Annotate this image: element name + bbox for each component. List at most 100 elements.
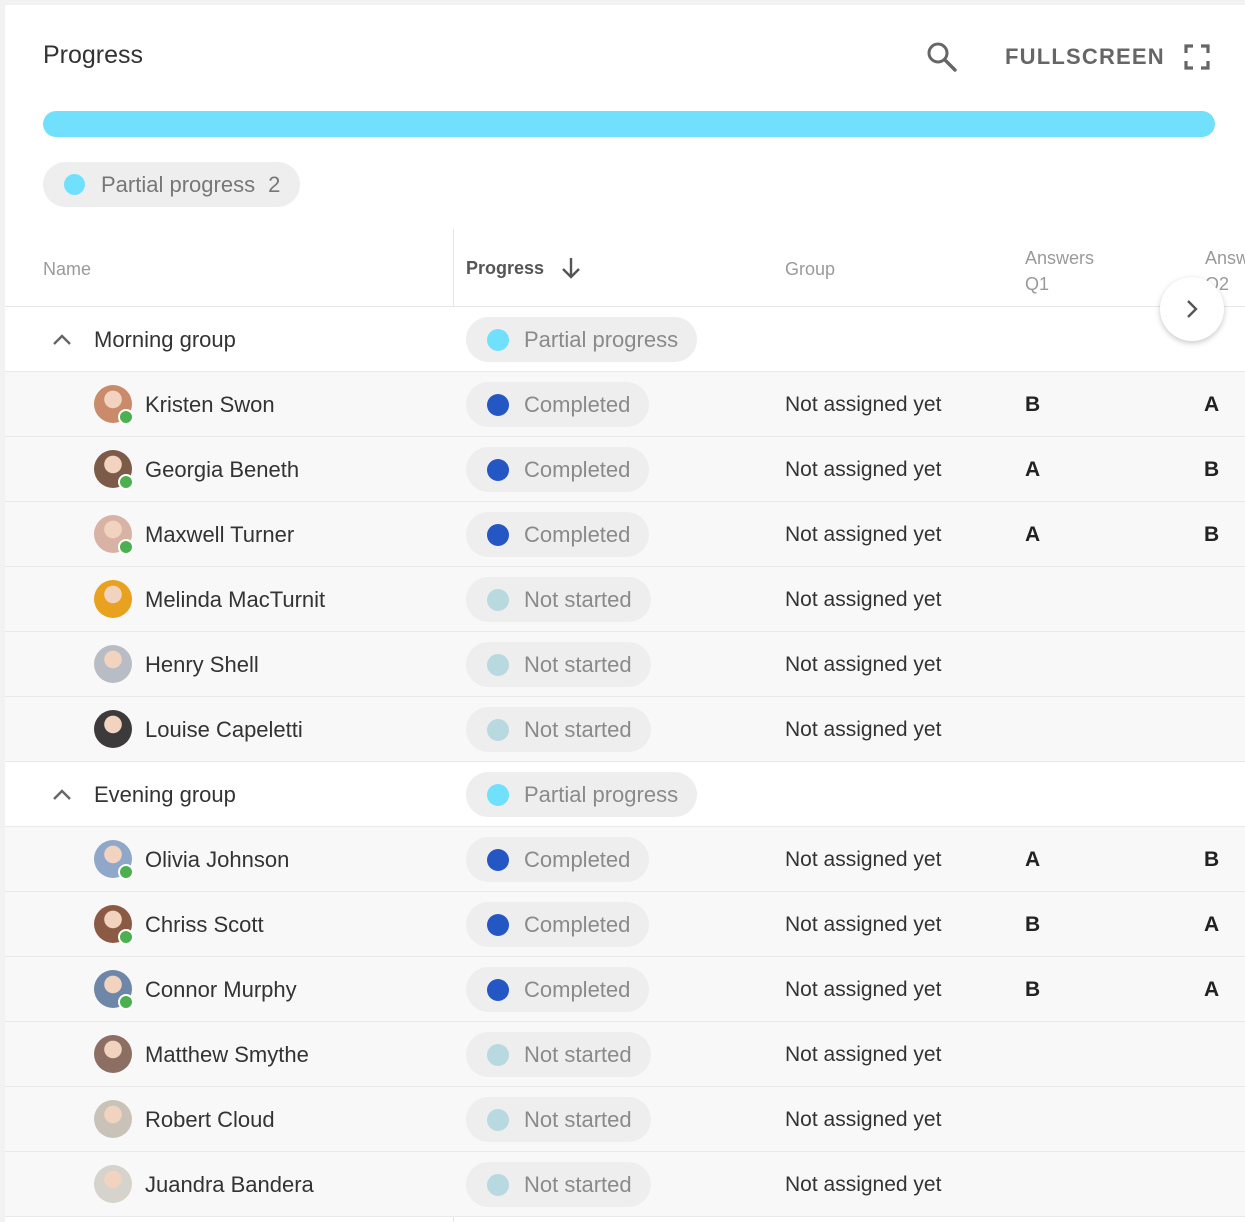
student-name: Matthew Smythe <box>145 1042 309 1067</box>
group-status-chip[interactable]: Partial progress <box>466 772 698 817</box>
group-row[interactable]: Morning group Partial progress <box>5 307 1245 372</box>
group-cell: Not assigned yet <box>785 848 942 871</box>
student-row[interactable]: Maxwell Turner Completed Not assigned ye… <box>5 502 1245 567</box>
student-status-chip[interactable]: Completed <box>466 837 650 882</box>
avatar <box>94 710 132 748</box>
column-header-progress-label: Progress <box>466 257 545 278</box>
status-dot <box>487 653 509 676</box>
status-label: Completed <box>524 521 631 547</box>
overall-progress-fill <box>43 111 1215 137</box>
group-cell: Not assigned yet <box>785 653 942 676</box>
table-header: Name Progress Group Answers Q1 Answers Q… <box>5 229 1245 341</box>
student-row[interactable]: Kristen Swon Completed Not assigned yet … <box>5 372 1245 437</box>
student-row[interactable]: Henry Shell Not started Not assigned yet <box>5 632 1245 697</box>
status-dot <box>487 458 509 481</box>
answer-q1: A <box>1025 848 1041 871</box>
student-status-chip[interactable]: Completed <box>466 967 650 1012</box>
column-header-progress[interactable]: Progress <box>466 255 584 281</box>
student-status-chip[interactable]: Not started <box>466 577 651 622</box>
student-row[interactable]: Connor Murphy Completed Not assigned yet… <box>5 957 1245 1022</box>
student-status-chip[interactable]: Not started <box>466 1097 651 1142</box>
status-dot <box>487 783 509 806</box>
group-name: Evening group <box>94 782 236 807</box>
student-status-chip[interactable]: Not started <box>466 1032 651 1077</box>
status-dot <box>487 393 509 416</box>
partial-progress-dot <box>64 174 85 195</box>
answer-q2: B <box>1204 523 1220 546</box>
student-row[interactable]: Matthew Smythe Not started Not assigned … <box>5 1022 1245 1087</box>
avatar-image <box>94 1100 132 1138</box>
search-button[interactable] <box>924 39 960 75</box>
online-status-dot <box>118 994 134 1010</box>
group-cell: Not assigned yet <box>785 458 942 481</box>
avatar <box>94 385 134 425</box>
column-header-name[interactable]: Name <box>43 259 91 280</box>
student-row[interactable]: Louise Capeletti Not started Not assigne… <box>5 697 1245 762</box>
student-name: Chriss Scott <box>145 912 264 937</box>
avatar-image <box>94 1165 132 1203</box>
status-label: Not started <box>524 651 632 677</box>
student-name: Melinda MacTurnit <box>145 587 326 612</box>
status-dot <box>487 1173 509 1196</box>
group-name: Morning group <box>94 327 236 352</box>
group-status-chip[interactable]: Partial progress <box>466 317 698 362</box>
answer-q2: B <box>1204 848 1220 871</box>
student-name: Henry Shell <box>145 652 259 677</box>
student-status-chip[interactable]: Completed <box>466 902 650 947</box>
student-status-chip[interactable]: Completed <box>466 447 650 492</box>
status-dot <box>487 848 509 871</box>
fullscreen-button[interactable]: FULLSCREEN <box>1005 41 1211 73</box>
status-dot <box>487 523 509 546</box>
student-status-chip[interactable]: Completed <box>466 512 650 557</box>
student-status-chip[interactable]: Not started <box>466 707 651 752</box>
student-row[interactable]: Melinda MacTurnit Not started Not assign… <box>5 567 1245 632</box>
chevron-up-icon[interactable] <box>49 327 75 353</box>
answer-q2: B <box>1204 458 1220 481</box>
student-status-chip[interactable]: Not started <box>466 1162 651 1207</box>
table-body: Morning group Partial progress Kristen S… <box>5 307 1245 1217</box>
header: Progress FULLSCREEN Partial progress 2 <box>5 5 1245 207</box>
group-cell: Not assigned yet <box>785 1108 942 1131</box>
student-row[interactable]: Chriss Scott Completed Not assigned yet … <box>5 892 1245 957</box>
chevron-up-icon[interactable] <box>49 782 75 808</box>
student-row[interactable]: Robert Cloud Not started Not assigned ye… <box>5 1087 1245 1152</box>
search-icon <box>927 42 957 72</box>
group-cell: Not assigned yet <box>785 978 942 1001</box>
column-header-answers-q1[interactable]: Answers Q1 <box>1025 245 1094 297</box>
group-row[interactable]: Evening group Partial progress <box>5 762 1245 827</box>
student-name: Kristen Swon <box>145 392 275 417</box>
chevron-right-icon <box>1187 300 1198 318</box>
status-dot <box>487 588 509 611</box>
answer-q1: B <box>1025 393 1041 416</box>
online-status-dot <box>118 864 134 880</box>
student-row[interactable]: Olivia Johnson Completed Not assigned ye… <box>5 827 1245 892</box>
avatar-image <box>94 710 132 748</box>
avatar-image <box>94 1035 132 1073</box>
status-dot <box>487 978 509 1001</box>
group-cell: Not assigned yet <box>785 718 942 741</box>
legend-chip-partial-progress[interactable]: Partial progress 2 <box>43 162 301 207</box>
student-name: Olivia Johnson <box>145 847 290 872</box>
answer-q2: A <box>1204 913 1220 936</box>
scroll-right-button[interactable] <box>1160 277 1224 341</box>
student-row[interactable]: Juandra Bandera Not started Not assigned… <box>5 1152 1245 1217</box>
column-header-answers-q1-label: Answers Q1 <box>1025 248 1095 294</box>
column-header-group[interactable]: Group <box>785 259 835 280</box>
student-row[interactable]: Georgia Beneth Completed Not assigned ye… <box>5 437 1245 502</box>
avatar <box>94 645 132 683</box>
student-name: Robert Cloud <box>145 1107 275 1132</box>
avatar-image <box>94 645 132 683</box>
online-status-dot <box>118 474 134 490</box>
student-status-chip[interactable]: Completed <box>466 382 650 427</box>
status-dot <box>487 913 509 936</box>
student-status-chip[interactable]: Not started <box>466 642 651 687</box>
student-name: Georgia Beneth <box>145 457 300 482</box>
legend-count: 2 <box>268 171 281 197</box>
status-label: Not started <box>524 1041 632 1067</box>
avatar <box>94 905 134 945</box>
group-cell: Not assigned yet <box>785 1043 942 1066</box>
legend-label: Partial progress <box>101 171 256 197</box>
group-cell: Not assigned yet <box>785 393 942 416</box>
overall-progress-bar <box>43 111 1215 137</box>
avatar <box>94 515 134 555</box>
